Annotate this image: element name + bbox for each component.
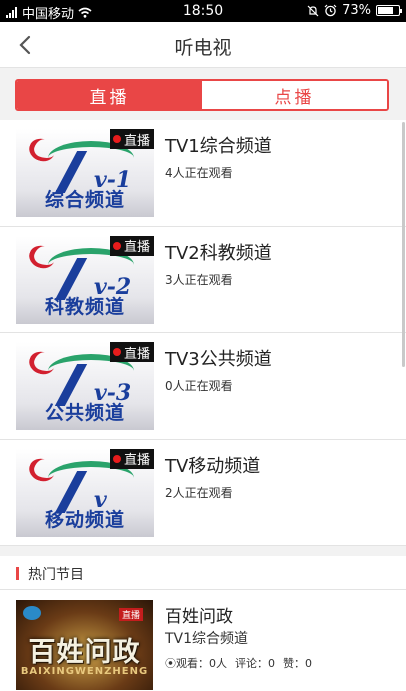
channel-name: TV移动频道 (165, 455, 261, 477)
channel-name: TV2科教频道 (165, 242, 272, 264)
program-thumbnail: 直播 百姓问政 BAIXINGWENZHENG (16, 600, 153, 690)
segmented-tabs: 直播 点播 (15, 79, 389, 111)
status-bar: 中国移动 18:50 73% (0, 0, 406, 22)
app-header: 听电视 (0, 22, 406, 68)
logo-channel-text: 移动频道 (44, 508, 125, 531)
comments-count: 评论：0 (235, 657, 275, 670)
channel-viewers: 2人正在观看 (165, 485, 233, 500)
channel-item[interactable]: v-3 公共频道 直播 TV3公共频道 0人正在观看 (0, 333, 406, 440)
bell-off-icon (307, 5, 319, 16)
thumb-live-tag: 直播 (118, 608, 143, 621)
section-marker (16, 567, 19, 580)
views-count: ⦿观看：0人 (165, 657, 227, 670)
section-divider (0, 546, 406, 556)
page-title: 听电视 (174, 37, 232, 59)
battery-percent: 73% (342, 3, 371, 18)
logo-channel-text: 综合频道 (44, 189, 125, 211)
channel-name: TV3公共频道 (165, 349, 272, 370)
channel-item[interactable]: v-2 科教频道 直播 TV2科教频道 3人正在观看 (0, 226, 406, 333)
live-dot-icon (112, 348, 121, 356)
live-dot-icon (112, 454, 121, 463)
likes-count: 赞：0 (283, 657, 312, 670)
live-badge: 直播 (109, 129, 154, 149)
channel-name: TV1综合频道 (165, 136, 272, 157)
alarm-icon (324, 4, 337, 17)
program-channel: TV1综合频道 (165, 631, 249, 647)
channel-thumbnail: v-2 科教频道 直播 (16, 235, 154, 324)
station-logo-icon (23, 606, 41, 620)
thumb-title: 百姓问政 (28, 637, 141, 668)
battery-icon (376, 5, 402, 16)
live-badge: 直播 (109, 448, 154, 469)
channel-thumbnail: v-3 公共频道 直播 (16, 342, 154, 430)
live-dot-icon (112, 135, 121, 143)
channel-viewers: 4人正在观看 (165, 166, 233, 180)
channel-thumbnail: v-1 综合频道 直播 (16, 129, 154, 217)
hot-section-header: 热门节目 (0, 556, 406, 590)
tab-on-demand[interactable]: 点播 (202, 81, 387, 109)
hot-section-title: 热门节目 (28, 567, 84, 583)
thumb-subtitle: BAIXINGWENZHENG (20, 666, 149, 677)
channel-viewers: 0人正在观看 (165, 379, 233, 393)
scrollbar[interactable] (402, 122, 405, 367)
channel-list: v-1 综合频道 直播 TV1综合频道 4人正在观看 v-2 科教频道 直播 T… (0, 120, 406, 546)
live-badge: 直播 (109, 342, 154, 362)
live-badge: 直播 (109, 235, 154, 256)
channel-item[interactable]: v-1 综合频道 直播 TV1综合频道 4人正在观看 (0, 120, 406, 227)
tabs-container: 直播 点播 (0, 68, 406, 120)
live-dot-icon (112, 241, 121, 250)
logo-channel-text: 公共频道 (44, 402, 125, 424)
status-right: 73% (307, 3, 402, 18)
channel-item[interactable]: v 移动频道 直播 TV移动频道 2人正在观看 (0, 439, 406, 546)
program-stats: ⦿观看：0人 评论：0 赞：0 (165, 655, 312, 671)
program-name: 百姓问政 (165, 607, 233, 627)
channel-viewers: 3人正在观看 (165, 272, 233, 287)
hot-program-item[interactable]: 直播 百姓问政 BAIXINGWENZHENG 百姓问政 TV1综合频道 ⦿观看… (0, 590, 406, 691)
logo-channel-text: 科教频道 (44, 295, 125, 318)
channel-thumbnail: v 移动频道 直播 (16, 448, 154, 537)
tab-live[interactable]: 直播 (17, 81, 202, 109)
